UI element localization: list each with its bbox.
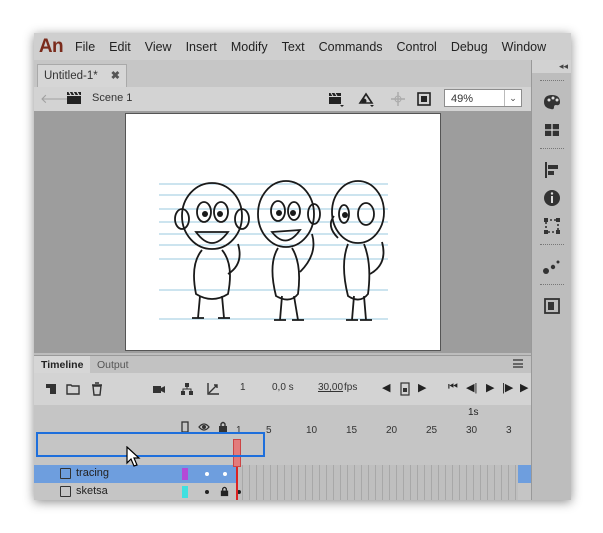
panel-grip[interactable] bbox=[540, 148, 564, 151]
tab-output[interactable]: Output bbox=[90, 356, 136, 374]
menu-insert[interactable]: Insert bbox=[179, 40, 224, 54]
menu-text[interactable]: Text bbox=[275, 40, 312, 54]
menu-file[interactable]: File bbox=[68, 40, 102, 54]
document-tab[interactable]: Untitled-1* ✖ bbox=[37, 64, 127, 87]
layer-row-sketsa[interactable]: sketsa bbox=[34, 483, 531, 500]
swatches-icon[interactable] bbox=[542, 120, 562, 140]
edit-symbol-icon[interactable] bbox=[358, 91, 374, 107]
graph-icon[interactable] bbox=[206, 382, 220, 396]
ruler-tick: 25 bbox=[426, 425, 438, 436]
document-tab-title: Untitled-1* bbox=[44, 70, 98, 82]
menu-commands[interactable]: Commands bbox=[312, 40, 390, 54]
layer-icon bbox=[60, 468, 71, 479]
ruler-tick: 5 bbox=[266, 425, 272, 436]
color-palette-icon[interactable] bbox=[542, 92, 562, 112]
insert-keyframe-icon[interactable] bbox=[398, 382, 412, 396]
right-docked-panel: ◂◂ bbox=[531, 60, 571, 500]
zoom-select[interactable]: 49% ⌄ bbox=[444, 89, 522, 107]
menu-window[interactable]: Window bbox=[495, 40, 553, 54]
previous-keyframe-icon[interactable]: ◀ bbox=[382, 381, 390, 394]
zoom-value: 49% bbox=[451, 93, 474, 105]
stage-canvas[interactable] bbox=[125, 113, 441, 351]
new-layer-icon[interactable] bbox=[44, 382, 58, 396]
app-logo: An bbox=[38, 35, 64, 57]
fps-value[interactable]: 30,00 bbox=[318, 382, 343, 393]
menu-modify[interactable]: Modify bbox=[224, 40, 275, 54]
edit-scene-icon[interactable] bbox=[328, 91, 344, 107]
selection-highlight-box bbox=[36, 432, 265, 457]
timeline-toolbar: 1 0,0 s 30,00 fps ◀ ▶ ⏮ ◀| ▶ |▶ ▶ bbox=[34, 373, 531, 405]
library-icon[interactable] bbox=[542, 296, 562, 316]
menu-bar: An File Edit View Insert Modify Text Com… bbox=[34, 33, 571, 60]
frame-cells[interactable] bbox=[236, 483, 518, 500]
visibility-dot[interactable] bbox=[205, 490, 209, 494]
menu-edit[interactable]: Edit bbox=[102, 40, 138, 54]
layer-color-swatch[interactable] bbox=[182, 468, 188, 480]
panel-menu-icon[interactable] bbox=[513, 359, 523, 368]
layer-row-tracing[interactable]: tracing bbox=[34, 465, 531, 483]
align-icon[interactable] bbox=[542, 160, 562, 180]
clapperboard-icon bbox=[67, 91, 81, 104]
go-to-first-frame-icon[interactable]: ⏮ bbox=[448, 381, 458, 394]
close-tab-icon[interactable]: ✖ bbox=[111, 65, 120, 87]
mouse-cursor-icon bbox=[126, 446, 141, 467]
panel-grip[interactable] bbox=[540, 80, 564, 83]
timeline-panel-tabs: Timeline Output bbox=[34, 355, 531, 374]
play-icon[interactable]: ▶ bbox=[486, 381, 494, 394]
animate-window: An File Edit View Insert Modify Text Com… bbox=[34, 33, 571, 500]
ruler-seconds-label: 1s bbox=[468, 407, 479, 418]
layer-color-swatch[interactable] bbox=[182, 486, 188, 498]
parenting-icon[interactable] bbox=[180, 382, 194, 396]
ruler-tick: 30 bbox=[466, 425, 478, 436]
ruler-tick: 15 bbox=[346, 425, 358, 436]
clip-to-stage-icon[interactable] bbox=[416, 91, 432, 107]
ruler-tick: 3 bbox=[506, 425, 512, 436]
next-keyframe-icon[interactable]: ▶ bbox=[418, 381, 426, 394]
ruler-tick: 10 bbox=[306, 425, 318, 436]
layer-name[interactable]: sketsa bbox=[76, 485, 108, 497]
fps-unit: fps bbox=[344, 382, 358, 393]
collapse-panel-icon[interactable]: ◂◂ bbox=[532, 60, 571, 73]
snap-icon[interactable] bbox=[390, 91, 406, 107]
visibility-dot[interactable] bbox=[205, 472, 209, 476]
motion-presets-icon[interactable] bbox=[542, 256, 562, 276]
chevron-down-icon[interactable]: ⌄ bbox=[504, 90, 521, 106]
document-tab-bar: Untitled-1* ✖ bbox=[34, 60, 531, 87]
panel-grip[interactable] bbox=[540, 284, 564, 287]
layer-name[interactable]: tracing bbox=[76, 467, 109, 479]
step-forward-icon[interactable]: |▶ bbox=[502, 381, 513, 394]
transform-icon[interactable] bbox=[542, 216, 562, 236]
elapsed-time-value[interactable]: 0,0 s bbox=[272, 382, 294, 393]
tab-timeline[interactable]: Timeline bbox=[34, 356, 91, 374]
layer-icon bbox=[60, 486, 71, 497]
monkey-turnaround-drawing bbox=[159, 180, 388, 321]
menu-control[interactable]: Control bbox=[390, 40, 444, 54]
current-frame-value[interactable]: 1 bbox=[240, 382, 246, 393]
go-to-last-frame-icon[interactable]: ▶ bbox=[520, 381, 528, 394]
menu-view[interactable]: View bbox=[138, 40, 179, 54]
camera-icon[interactable] bbox=[152, 382, 166, 396]
frame-ruler[interactable]: 1 5 10 15 20 25 30 3 bbox=[234, 421, 524, 441]
step-back-icon[interactable]: ◀| bbox=[466, 381, 477, 394]
pasteboard bbox=[34, 111, 531, 353]
edit-bar: 🡐 Scene 1 49% ⌄ bbox=[34, 87, 531, 112]
delete-layer-icon[interactable] bbox=[90, 382, 104, 396]
ruler-tick: 20 bbox=[386, 425, 398, 436]
frame-cells[interactable] bbox=[236, 465, 518, 483]
info-icon[interactable] bbox=[542, 188, 562, 208]
menu-debug[interactable]: Debug bbox=[444, 40, 495, 54]
scene-label: Scene 1 bbox=[92, 92, 133, 104]
panel-grip[interactable] bbox=[540, 244, 564, 247]
new-folder-icon[interactable] bbox=[66, 382, 80, 396]
lock-icon[interactable] bbox=[219, 486, 230, 497]
lock-dot[interactable] bbox=[223, 472, 227, 476]
